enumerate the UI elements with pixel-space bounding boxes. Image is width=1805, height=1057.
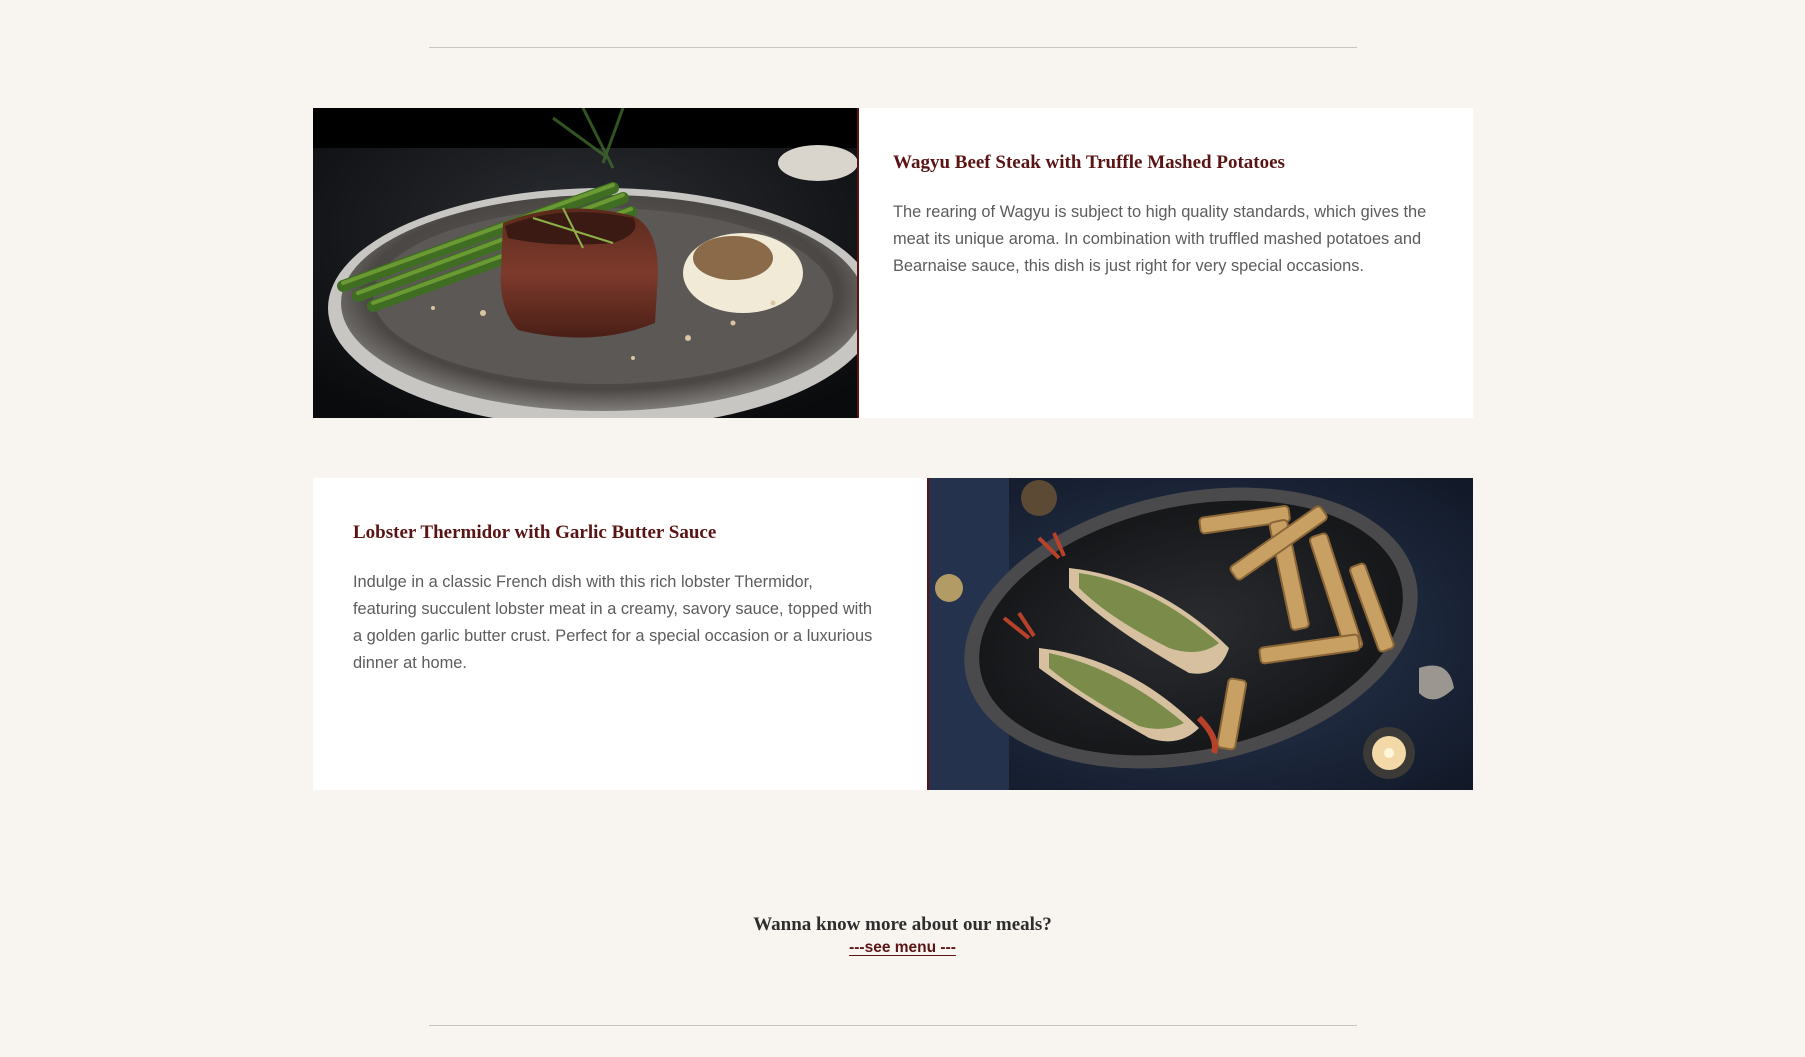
dish-card-lobster: Lobster Thermidor with Garlic Butter Sau… [313, 478, 1473, 790]
dish-description: The rearing of Wagyu is subject to high … [893, 202, 1427, 275]
steak-dish-photo [313, 108, 859, 418]
dish-title: Wagyu Beef Steak with Truffle Mashed Pot… [893, 152, 1285, 173]
lobster-dish-photo [927, 478, 1473, 790]
dish-description: Indulge in a classic French dish with th… [353, 572, 873, 672]
cta-question: Wanna know more about our meals? [753, 914, 1052, 935]
dish-text-lobster: Lobster Thermidor with Garlic Butter Sau… [353, 478, 873, 677]
see-menu-link[interactable]: ---see menu --- [849, 939, 956, 957]
bottom-divider [429, 1025, 1357, 1026]
dish-title: Lobster Thermidor with Garlic Butter Sau… [353, 522, 717, 543]
top-divider [429, 47, 1357, 48]
dish-text-wagyu: Wagyu Beef Steak with Truffle Mashed Pot… [893, 108, 1433, 280]
dish-card-wagyu: Wagyu Beef Steak with Truffle Mashed Pot… [313, 108, 1473, 418]
menu-cta: Wanna know more about our meals? ---see … [0, 913, 1805, 957]
